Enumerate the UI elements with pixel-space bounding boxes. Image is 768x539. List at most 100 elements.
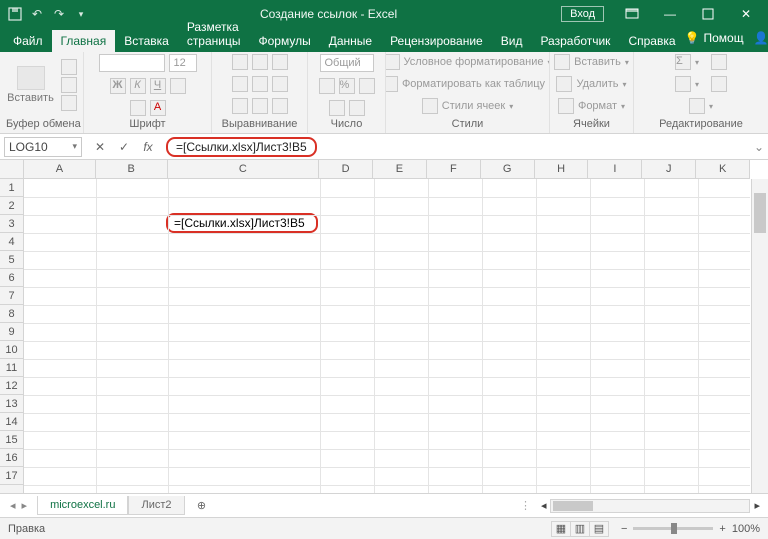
fx-button[interactable]: fx <box>140 140 156 154</box>
increase-indent-button[interactable] <box>252 98 268 114</box>
undo-icon[interactable]: ↶ <box>28 5 46 23</box>
row-header-6[interactable]: 6 <box>0 269 23 287</box>
row-header-1[interactable]: 1 <box>0 179 23 197</box>
column-header-F[interactable]: F <box>427 160 481 178</box>
tab-view[interactable]: Вид <box>492 30 532 52</box>
row-header-10[interactable]: 10 <box>0 341 23 359</box>
hscroll-thumb[interactable] <box>553 501 593 511</box>
currency-button[interactable] <box>319 78 335 94</box>
insert-cells-button[interactable]: Вставить▾ <box>554 54 629 70</box>
name-box[interactable]: LOG10 ▾ <box>4 137 82 157</box>
share-button[interactable]: 👤Общий доступ <box>754 24 768 52</box>
cell-editor[interactable]: =[Ссылки.xlsx]Лист3!B5 <box>166 213 318 233</box>
row-header-8[interactable]: 8 <box>0 305 23 323</box>
column-header-A[interactable]: A <box>24 160 96 178</box>
view-page-break-button[interactable]: ▤ <box>589 521 609 537</box>
hscroll-right[interactable]: ▸ <box>750 499 764 512</box>
font-color-button[interactable]: A <box>150 100 166 116</box>
ribbon-display-icon[interactable] <box>614 0 650 28</box>
decrease-decimal-button[interactable] <box>349 100 365 116</box>
view-page-layout-button[interactable]: ▥ <box>570 521 590 537</box>
copy-icon[interactable] <box>61 77 77 93</box>
percent-button[interactable]: % <box>339 78 355 94</box>
hscroll-left[interactable]: ◂ <box>537 499 551 512</box>
cell-styles-button[interactable]: Стили ячеек▾ <box>422 98 514 114</box>
align-center-button[interactable] <box>252 76 268 92</box>
italic-button[interactable]: К <box>130 78 146 94</box>
new-sheet-button[interactable]: ⊕ <box>191 495 213 517</box>
tab-home[interactable]: Главная <box>52 30 116 52</box>
cut-icon[interactable] <box>61 59 77 75</box>
increase-decimal-button[interactable] <box>329 100 345 116</box>
row-header-3[interactable]: 3 <box>0 215 23 233</box>
wrap-text-button[interactable] <box>272 98 288 114</box>
align-middle-button[interactable] <box>252 54 268 70</box>
tab-help[interactable]: Справка <box>619 30 684 52</box>
row-header-4[interactable]: 4 <box>0 233 23 251</box>
row-header-15[interactable]: 15 <box>0 431 23 449</box>
sheet-nav-next[interactable]: ▸ <box>22 499 28 512</box>
vertical-scrollbar[interactable] <box>751 179 768 493</box>
sort-filter-button[interactable] <box>711 54 727 70</box>
row-header-2[interactable]: 2 <box>0 197 23 215</box>
enter-formula-button[interactable]: ✓ <box>116 140 132 154</box>
zoom-level[interactable]: 100% <box>732 523 760 535</box>
align-bottom-button[interactable] <box>272 54 288 70</box>
fill-color-button[interactable] <box>130 100 146 116</box>
expand-formula-bar-button[interactable]: ⌄ <box>750 140 768 154</box>
cancel-formula-button[interactable]: ✕ <box>92 140 108 154</box>
qat-more-icon[interactable]: ▾ <box>72 5 90 23</box>
sheet-tab-0[interactable]: microexcel.ru <box>37 496 128 515</box>
tab-file[interactable]: Файл <box>4 30 52 52</box>
tab-insert[interactable]: Вставка <box>115 30 178 52</box>
align-left-button[interactable] <box>232 76 248 92</box>
row-header-5[interactable]: 5 <box>0 251 23 269</box>
sheet-nav-prev[interactable]: ◂ <box>10 499 16 512</box>
tab-review[interactable]: Рецензирование <box>381 30 492 52</box>
chevron-down-icon[interactable]: ▾ <box>72 141 77 152</box>
tab-data[interactable]: Данные <box>320 30 381 52</box>
conditional-formatting-button[interactable]: Условное форматирование▾ <box>386 54 550 70</box>
number-format-select[interactable]: Общий <box>320 54 374 72</box>
row-header-13[interactable]: 13 <box>0 395 23 413</box>
autosum-button[interactable]: Σ <box>675 54 691 70</box>
underline-button[interactable]: Ч <box>150 78 166 94</box>
row-header-11[interactable]: 11 <box>0 359 23 377</box>
row-header-12[interactable]: 12 <box>0 377 23 395</box>
find-select-button[interactable] <box>711 76 727 92</box>
column-header-H[interactable]: H <box>535 160 589 178</box>
format-cells-button[interactable]: Формат▾ <box>558 98 625 114</box>
redo-icon[interactable]: ↷ <box>50 5 68 23</box>
align-top-button[interactable] <box>232 54 248 70</box>
column-header-G[interactable]: G <box>481 160 535 178</box>
delete-cells-button[interactable]: Удалить▾ <box>556 76 626 92</box>
column-header-D[interactable]: D <box>319 160 373 178</box>
login-button[interactable]: Вход <box>561 6 604 22</box>
clear-button[interactable] <box>689 98 705 114</box>
view-normal-button[interactable]: ▦ <box>551 521 571 537</box>
row-header-14[interactable]: 14 <box>0 413 23 431</box>
tab-page-layout[interactable]: Разметка страницы <box>178 16 250 52</box>
column-header-K[interactable]: K <box>696 160 750 178</box>
row-header-16[interactable]: 16 <box>0 449 23 467</box>
row-header-9[interactable]: 9 <box>0 323 23 341</box>
column-header-C[interactable]: C <box>168 160 320 178</box>
border-button[interactable] <box>170 78 186 94</box>
format-as-table-button[interactable]: Форматировать как таблицу▾ <box>386 76 550 92</box>
font-family-select[interactable] <box>99 54 165 72</box>
column-header-I[interactable]: I <box>588 160 642 178</box>
select-all-corner[interactable] <box>0 160 24 179</box>
paste-button[interactable]: Вставить <box>6 66 55 104</box>
align-right-button[interactable] <box>272 76 288 92</box>
zoom-out-button[interactable]: − <box>621 523 627 535</box>
fill-button[interactable] <box>675 76 691 92</box>
zoom-in-button[interactable]: + <box>719 523 725 535</box>
row-header-7[interactable]: 7 <box>0 287 23 305</box>
formula-input[interactable]: =[Ссылки.xlsx]Лист3!B5 <box>166 137 317 157</box>
tab-formulas[interactable]: Формулы <box>249 30 319 52</box>
font-size-select[interactable]: 12 <box>169 54 197 72</box>
comma-button[interactable] <box>359 78 375 94</box>
row-header-17[interactable]: 17 <box>0 467 23 485</box>
column-header-J[interactable]: J <box>642 160 696 178</box>
scroll-thumb[interactable] <box>754 193 766 233</box>
